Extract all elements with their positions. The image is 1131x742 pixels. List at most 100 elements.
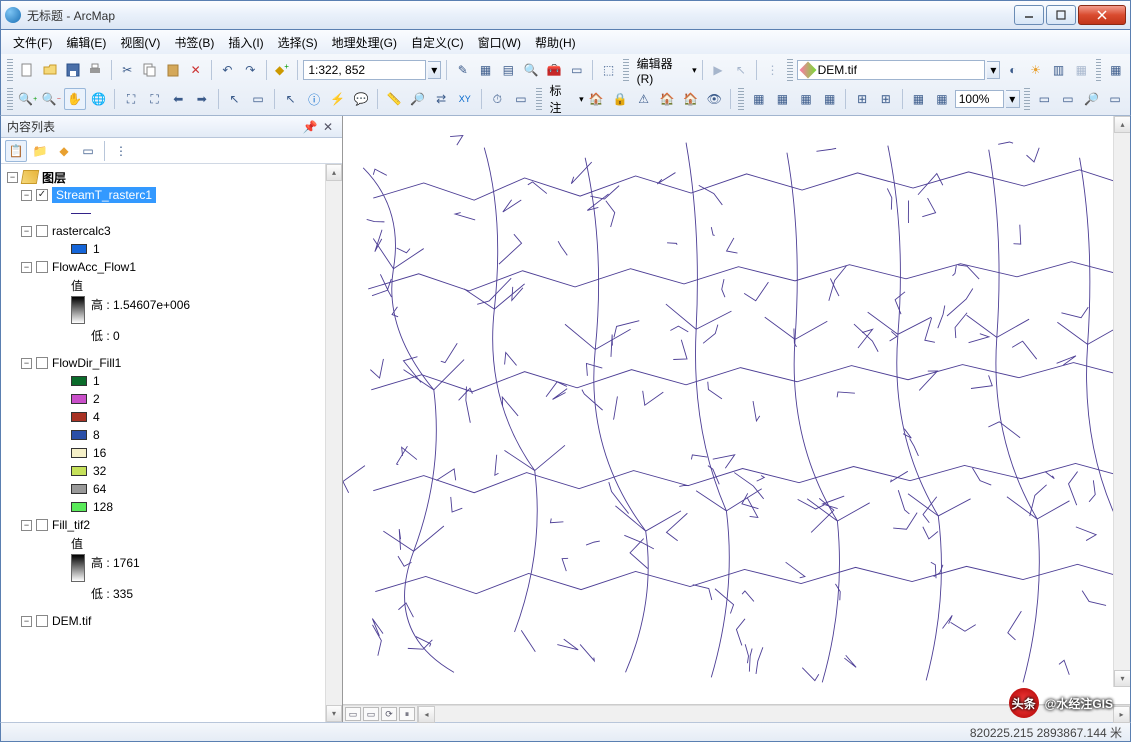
close-panel-icon[interactable]: ✕ (320, 119, 336, 135)
collapse-icon[interactable]: − (21, 262, 32, 273)
collapse-icon[interactable]: − (21, 520, 32, 531)
edit-arrow-icon[interactable]: ▶ (708, 59, 729, 81)
toolbar-grip[interactable] (738, 88, 744, 110)
layer-fill[interactable]: Fill_tif2 (52, 518, 90, 532)
georef-8-icon[interactable]: ▦ (931, 88, 953, 110)
layout-1-icon[interactable]: ▭ (1034, 88, 1056, 110)
toolbar-grip[interactable] (1096, 59, 1102, 81)
label-lock-icon[interactable]: 🔒 (609, 88, 631, 110)
menu-selection[interactable]: 选择(S) (272, 32, 324, 53)
collapse-icon[interactable]: − (21, 616, 32, 627)
measure-icon[interactable]: 📏 (383, 88, 405, 110)
scale-combo[interactable] (303, 60, 426, 80)
map-vscrollbar[interactable]: ▴▾ (1113, 116, 1130, 687)
scale-input[interactable] (308, 63, 421, 77)
toolbar-grip[interactable] (787, 59, 793, 81)
label-tool-menu[interactable]: 标注 (546, 82, 578, 116)
prev-extent-icon[interactable]: ⬅ (167, 88, 189, 110)
minimize-button[interactable] (1014, 5, 1044, 25)
list-by-selection-icon[interactable]: ▭ (77, 140, 99, 162)
layer-checkbox[interactable] (36, 225, 48, 237)
zoom-out-icon[interactable]: 🔍− (40, 88, 62, 110)
zoom-combo[interactable]: 100% (955, 90, 1004, 108)
editor-toolbar-icon[interactable]: ✎ (452, 59, 473, 81)
toolbar-grip[interactable] (536, 88, 542, 110)
data-view-icon[interactable]: ▭ (345, 707, 361, 721)
collapse-icon[interactable]: − (21, 190, 32, 201)
redo-icon[interactable]: ↷ (240, 59, 261, 81)
georef-3-icon[interactable]: ▦ (795, 88, 817, 110)
menu-help[interactable]: 帮助(H) (529, 32, 582, 53)
layer-checkbox[interactable] (36, 519, 48, 531)
hscroll-right-icon[interactable]: ▸ (1113, 706, 1130, 723)
toolbar-grip[interactable] (7, 59, 13, 81)
layout-2-icon[interactable]: ▭ (1057, 88, 1079, 110)
add-data-icon[interactable]: ◆+ (272, 59, 293, 81)
layer-checkbox[interactable] (36, 615, 48, 627)
paste-icon[interactable] (162, 59, 183, 81)
options-icon[interactable]: ⋮ (110, 140, 132, 162)
menu-windows[interactable]: 窗口(W) (472, 32, 527, 53)
layer-combo[interactable]: DEM.tif (797, 60, 986, 80)
edit-vertices-icon[interactable]: ⋮ (762, 59, 783, 81)
georef-7-icon[interactable]: ▦ (908, 88, 930, 110)
copy-icon[interactable] (140, 59, 161, 81)
delete-icon[interactable]: ✕ (185, 59, 206, 81)
zoom-in-icon[interactable]: 🔍+ (17, 88, 39, 110)
label-priority-icon[interactable]: ⚠ (633, 88, 655, 110)
time-slider-icon[interactable]: ⏱ (486, 88, 508, 110)
viewer-icon[interactable]: ▭ (510, 88, 532, 110)
html-popup-icon[interactable]: 💬 (351, 88, 373, 110)
collapse-icon[interactable]: − (21, 358, 32, 369)
hscroll-left-icon[interactable]: ◂ (418, 706, 435, 723)
toolbar-grip[interactable] (623, 59, 629, 81)
menu-file[interactable]: 文件(F) (7, 32, 58, 53)
open-icon[interactable] (39, 59, 60, 81)
layer-dropdown-icon[interactable]: ▾ (987, 61, 1000, 79)
collapse-icon[interactable]: − (21, 226, 32, 237)
layout-3-icon[interactable]: 🔎 (1081, 88, 1103, 110)
new-icon[interactable] (17, 59, 38, 81)
cut-icon[interactable]: ✂ (117, 59, 138, 81)
label-view-icon[interactable]: 👁 (704, 88, 726, 110)
contrast-icon[interactable]: ◐ (1002, 59, 1023, 81)
fixed-zoom-in-icon[interactable]: ⛶ (120, 88, 142, 110)
menu-edit[interactable]: 编辑(E) (60, 32, 112, 53)
list-by-drawing-icon[interactable]: 📋 (5, 140, 27, 162)
list-by-visibility-icon[interactable]: ◆ (53, 140, 75, 162)
select-icon[interactable]: ↖ (224, 88, 246, 110)
print-icon[interactable] (85, 59, 106, 81)
catalog-icon[interactable]: ▤ (498, 59, 519, 81)
collapse-icon[interactable]: − (7, 172, 18, 183)
close-button[interactable] (1078, 5, 1126, 25)
goto-xy-icon[interactable]: XY (454, 88, 476, 110)
layer-dem[interactable]: DEM.tif (52, 614, 91, 628)
georef-6-icon[interactable]: ⊞ (875, 88, 897, 110)
toc-scrollbar[interactable]: ▴▾ (325, 164, 342, 722)
menu-insert[interactable]: 插入(I) (222, 32, 269, 53)
layer-stream[interactable]: StreamT_rasterc1 (52, 187, 156, 203)
identify-icon[interactable]: ⓘ (303, 88, 325, 110)
layer-flowdir[interactable]: FlowDir_Fill1 (52, 356, 121, 370)
python-icon[interactable]: ▭ (566, 59, 587, 81)
layer-checkbox[interactable] (36, 357, 48, 369)
label-setup-icon[interactable]: 🏠 (586, 88, 608, 110)
layer-checkbox[interactable] (36, 261, 48, 273)
undo-icon[interactable]: ↶ (217, 59, 238, 81)
toolbar-grip[interactable] (7, 88, 13, 110)
layout-view-icon[interactable]: ▭ (363, 707, 379, 721)
label-weight-icon[interactable]: 🏠 (656, 88, 678, 110)
refresh-view-icon[interactable]: ⟳ (381, 707, 397, 721)
next-extent-icon[interactable]: ➡ (191, 88, 213, 110)
pause-draw-icon[interactable]: ⏸ (399, 707, 415, 721)
menu-bookmarks[interactable]: 书签(B) (168, 32, 220, 53)
toolbar-grip[interactable] (1024, 88, 1030, 110)
hyperlink-icon[interactable]: ⚡ (327, 88, 349, 110)
misc-icon[interactable]: ▦ (1105, 59, 1126, 81)
root-label[interactable]: 图层 (42, 169, 66, 186)
layer-flowacc[interactable]: FlowAcc_Flow1 (52, 260, 136, 274)
georef-2-icon[interactable]: ▦ (772, 88, 794, 110)
model-icon[interactable]: ⬚ (598, 59, 619, 81)
maximize-button[interactable] (1046, 5, 1076, 25)
map-canvas[interactable]: ▴▾ (343, 116, 1130, 705)
